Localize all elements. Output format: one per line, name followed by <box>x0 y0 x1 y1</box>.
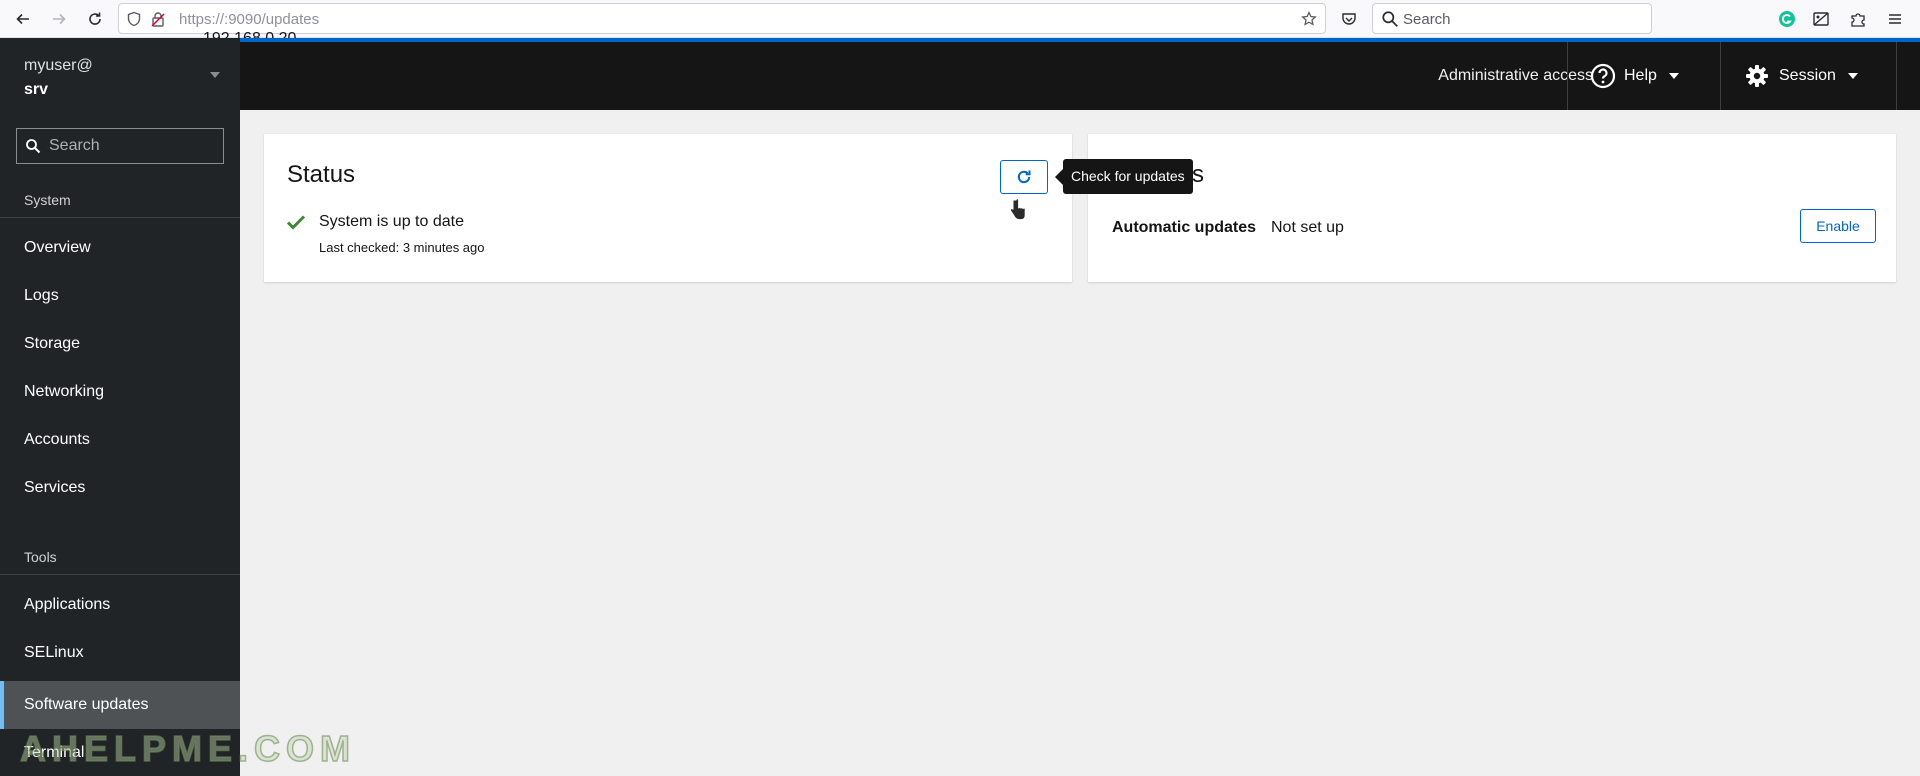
settings-card: s Automatic updates Not set up Enable <box>1088 134 1896 282</box>
pocket-icon[interactable] <box>1338 8 1360 30</box>
url-text: https://192.168.0.20:9090/updates <box>179 11 319 47</box>
caret-down-icon <box>1847 73 1858 79</box>
divider <box>1896 42 1897 110</box>
reload-icon[interactable] <box>83 7 107 31</box>
refresh-icon <box>1017 170 1031 184</box>
help-menu-button[interactable]: Help <box>1590 42 1679 110</box>
tracking-shield-icon[interactable] <box>125 10 143 28</box>
grammarly-icon[interactable] <box>1776 8 1798 30</box>
image-extension-icon[interactable] <box>1810 8 1832 30</box>
chevron-down-icon[interactable] <box>210 72 220 78</box>
sidebar-search[interactable] <box>16 128 224 164</box>
search-icon <box>1382 11 1398 27</box>
search-icon <box>26 139 41 154</box>
gear-icon <box>1746 65 1768 87</box>
divider <box>1567 42 1568 110</box>
automatic-updates-label: Automatic updates <box>1112 219 1257 236</box>
sidebar-item-overview[interactable]: Overview <box>0 224 240 272</box>
sidebar-search-input[interactable] <box>49 135 217 157</box>
divider <box>0 574 240 575</box>
browser-search-bar[interactable] <box>1372 3 1652 34</box>
sidebar-item-services[interactable]: Services <box>0 464 240 512</box>
host-switcher[interactable]: myuser@ srv <box>24 54 93 102</box>
masthead: Administrative access Help Session <box>240 42 1920 110</box>
sidebar-item-selinux[interactable]: SELinux <box>0 629 240 677</box>
sidebar-item-applications[interactable]: Applications <box>0 581 240 629</box>
bookmark-star-icon[interactable] <box>1300 10 1318 28</box>
check-for-updates-button[interactable] <box>1000 160 1048 194</box>
sidebar-item-logs[interactable]: Logs <box>0 272 240 320</box>
browser-search-input[interactable] <box>1403 8 1643 30</box>
mouse-cursor-icon <box>1009 198 1026 221</box>
browser-toolbar: https://192.168.0.20:9090/updates <box>0 0 1920 47</box>
sidebar-item-software-updates[interactable]: Software updates <box>0 681 240 729</box>
section-title-system: System <box>24 192 71 208</box>
caret-down-icon <box>1668 73 1679 79</box>
address-bar[interactable]: https://192.168.0.20:9090/updates <box>118 3 1326 47</box>
sidebar: myuser@ srv System Overview Logs Storage… <box>0 38 240 776</box>
help-label: Help <box>1624 67 1657 84</box>
extensions-puzzle-icon[interactable] <box>1847 8 1869 30</box>
status-card-title: Status <box>287 161 356 188</box>
host-name: srv <box>24 81 49 98</box>
check-icon <box>286 215 306 230</box>
divider <box>0 217 240 218</box>
sidebar-item-networking[interactable]: Networking <box>0 368 240 416</box>
help-icon <box>1590 63 1616 89</box>
session-menu-button[interactable]: Session <box>1745 42 1858 110</box>
sidebar-item-storage[interactable]: Storage <box>0 320 240 368</box>
sidebar-item-accounts[interactable]: Accounts <box>0 416 240 464</box>
check-for-updates-tooltip: Check for updates <box>1055 159 1193 194</box>
last-checked-text: Last checked: 3 minutes ago <box>319 240 485 255</box>
watermark: AHELPME.COM <box>19 727 356 770</box>
forward-icon[interactable] <box>47 7 71 31</box>
host-user: myuser@ <box>24 57 93 74</box>
automatic-updates-value: Not set up <box>1271 219 1344 236</box>
section-title-tools: Tools <box>24 549 57 565</box>
divider <box>1720 42 1721 110</box>
administrative-access-button[interactable]: Administrative access <box>1438 42 1593 110</box>
session-label: Session <box>1779 67 1836 84</box>
enable-button[interactable]: Enable <box>1800 209 1876 243</box>
status-message: System is up to date <box>319 213 464 230</box>
back-icon[interactable] <box>11 7 35 31</box>
status-card: Status System is up to date Last checked… <box>264 134 1072 282</box>
hamburger-menu-icon[interactable] <box>1884 8 1906 30</box>
insecure-lock-icon[interactable] <box>149 10 167 28</box>
